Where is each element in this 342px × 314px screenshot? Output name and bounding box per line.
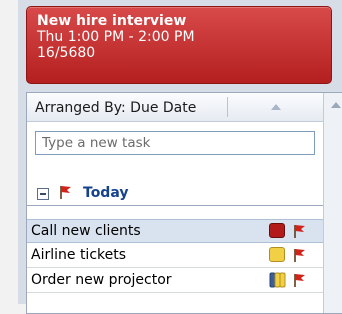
category-yellow-icon[interactable] (269, 247, 285, 262)
new-task-input[interactable] (35, 131, 315, 155)
column-divider (227, 97, 228, 117)
sort-ascending-icon[interactable] (271, 104, 281, 110)
flag-icon[interactable] (291, 223, 307, 239)
flag-icon[interactable] (291, 272, 307, 288)
appointment-time: Thu 1:00 PM - 2:00 PM (37, 29, 195, 45)
flag-icon (57, 184, 73, 200)
group-label: Today (83, 185, 129, 201)
task-row[interactable]: Airline tickets (27, 244, 323, 268)
appointment-location: 16/5680 (37, 45, 96, 61)
task-subject: Airline tickets (31, 247, 127, 263)
category-red-icon[interactable] (269, 223, 285, 238)
flag-icon[interactable] (291, 247, 307, 263)
group-divider (27, 205, 323, 206)
arranged-by-label: Arranged By: Due Date (35, 100, 197, 116)
task-row[interactable]: Order new projector (27, 269, 323, 293)
task-subject: Call new clients (31, 223, 141, 239)
appointment-title: New hire interview (37, 13, 187, 29)
to-do-bar: New hire interview Thu 1:00 PM - 2:00 PM… (18, 0, 342, 314)
arranged-by-header[interactable]: Arranged By: Due Date (27, 93, 323, 122)
task-row[interactable]: Call new clients (27, 219, 323, 243)
collapse-minus-icon[interactable] (37, 188, 49, 200)
task-subject: Order new projector (31, 272, 172, 288)
scroll-up-arrow-icon[interactable] (331, 102, 341, 108)
category-multiple-icon[interactable] (269, 272, 287, 288)
task-list: Arranged By: Due Date Today Call new cli… (26, 92, 342, 314)
appointment-item[interactable]: New hire interview Thu 1:00 PM - 2:00 PM… (26, 6, 332, 84)
vertical-scrollbar[interactable] (323, 93, 342, 313)
group-header-today[interactable]: Today (27, 181, 323, 207)
